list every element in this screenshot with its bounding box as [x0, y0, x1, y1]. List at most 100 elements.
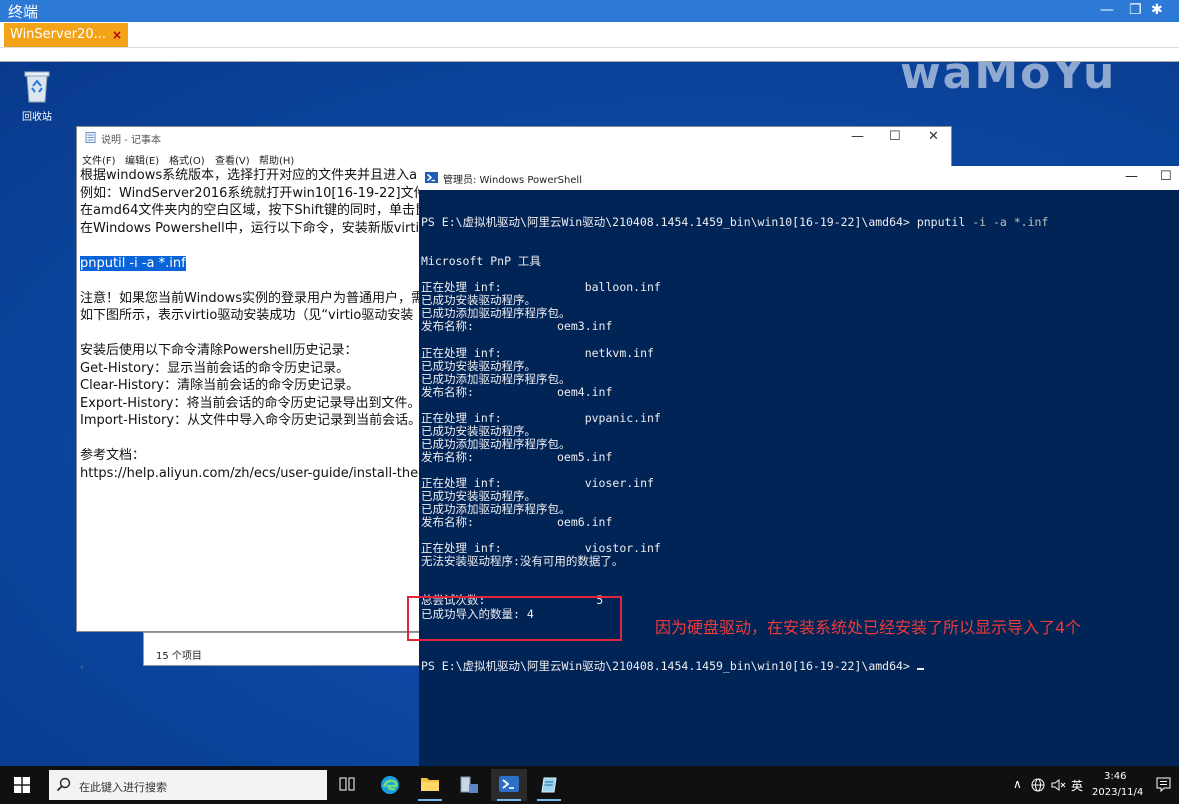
tray-expand-icon[interactable]: ∧	[1013, 777, 1022, 791]
notepad-line: 安装后使用以下命令清除Powershell历史记录：	[80, 343, 358, 358]
taskbar-search-box[interactable]: 在此键入进行搜索	[49, 770, 327, 800]
notepad-maximize-button[interactable]: ☐	[889, 129, 901, 144]
powershell-maximize-button[interactable]: ☐	[1160, 169, 1172, 184]
notepad-minimize-button[interactable]: —	[851, 129, 864, 144]
powershell-icon	[425, 172, 438, 183]
taskbar-file-explorer[interactable]	[412, 769, 448, 801]
network-icon[interactable]	[1031, 778, 1045, 792]
notepad-line: 根据windows系统版本，选择打开对应的文件夹并且进入a	[80, 168, 418, 183]
taskbar-edge[interactable]	[372, 769, 408, 801]
session-tab[interactable]: WinServer20... ×	[4, 23, 128, 47]
ps-output-line: 无法安装驱动程序:没有可用的数据了。	[421, 554, 624, 569]
ps-output-line: 发布名称: oem6.inf	[421, 515, 613, 530]
powershell-titlebar[interactable]: 管理员: Windows PowerShell — ☐	[419, 166, 1179, 190]
task-view-icon	[339, 777, 355, 791]
menu-file[interactable]: 文件(F)	[82, 152, 116, 167]
settings-icon[interactable]: ✱	[1151, 2, 1163, 18]
notepad-line: Get-History：显示当前会话的命令历史记录。	[80, 360, 350, 376]
ps-output-line	[421, 568, 1177, 581]
ps-output-line: 已成功添加驱动程序程序包。	[421, 436, 571, 451]
ps-output-line: 发布名称: oem5.inf	[421, 449, 613, 464]
menu-help[interactable]: 帮助(H)	[259, 152, 294, 167]
folder-icon	[421, 778, 439, 791]
ps-output: Microsoft PnP 工具 正在处理 inf: balloon.inf 已成功…	[421, 255, 1177, 633]
terminal-tab-bar: WinServer20... ×	[0, 22, 1179, 48]
ps-output-line: 已成功添加驱动程序程序包。	[421, 371, 571, 386]
notepad-titlebar[interactable]: 说明 - 记事本 — ☐ ✕	[77, 127, 951, 149]
taskbar: 在此键入进行搜索 ∧ 英 3:46 2023/11/4	[0, 766, 1179, 804]
ps-command-args: -i -a *.inf	[972, 215, 1049, 230]
powershell-taskbar-icon	[499, 776, 519, 792]
notepad-line: Export-History：将当前会话的命令历史记录导出到文件。	[80, 395, 420, 411]
command-line: PS E:\虚拟机驱动\阿里云Win驱动\210408.1454.1459_bi…	[421, 216, 1177, 229]
running-indicator	[497, 799, 521, 801]
notification-icon[interactable]	[1156, 777, 1171, 792]
edge-icon	[381, 776, 399, 794]
ps-command: pnputil	[916, 215, 966, 230]
menu-view[interactable]: 查看(V)	[215, 152, 250, 167]
remote-desktop[interactable]: waMoYu 回收站 15 个项目 说明 - 记事本 — ☐ ✕ 文件(F) 编…	[0, 62, 1179, 766]
taskbar-notepad[interactable]	[531, 769, 567, 801]
clock-date[interactable]: 2023/11/4	[1092, 787, 1143, 798]
notepad-close-button[interactable]: ✕	[928, 129, 939, 144]
menu-format[interactable]: 格式(O)	[169, 152, 205, 167]
ime-indicator[interactable]: 英	[1071, 777, 1083, 794]
restore-button[interactable]: ❐	[1129, 2, 1142, 18]
notepad-line	[80, 272, 420, 290]
volume-muted-icon[interactable]	[1051, 778, 1066, 792]
search-icon	[56, 777, 71, 792]
taskbar-server-manager[interactable]	[451, 769, 487, 801]
running-indicator	[537, 799, 561, 801]
explorer-item-count: 15 个项目	[156, 651, 202, 662]
watermark: waMoYu	[900, 62, 1117, 99]
ps-output-line: 发布名称: oem3.inf	[421, 319, 613, 334]
notepad-line: https://help.aliyun.com/zh/ecs/user-guid…	[80, 465, 420, 481]
text-cursor	[916, 667, 924, 670]
notepad-title: 说明 - 记事本	[101, 135, 161, 146]
scroll-left-icon[interactable]: ‹	[80, 663, 84, 673]
notepad-line: 参考文档：	[80, 448, 146, 463]
task-view-button[interactable]	[330, 769, 366, 801]
explorer-window-statusbar[interactable]: 15 个项目	[143, 632, 423, 666]
highlight-box	[407, 596, 622, 641]
powershell-title: 管理员: Windows PowerShell	[443, 175, 582, 186]
notepad-line: 在amd64文件夹内的空白区域，按下Shift键的同时，单击鼠	[80, 203, 420, 218]
notepad-menubar: 文件(F) 编辑(E) 格式(O) 查看(V) 帮助(H)	[77, 149, 951, 167]
current-prompt-line: PS E:\虚拟机驱动\阿里云Win驱动\210408.1454.1459_bi…	[421, 658, 1177, 673]
minimize-button[interactable]: —	[1100, 2, 1114, 18]
running-indicator	[418, 799, 442, 801]
terminal-app-title: 终端	[8, 3, 39, 21]
server-manager-icon	[460, 776, 478, 793]
clock-time[interactable]: 3:46	[1104, 771, 1126, 782]
session-tab-close-button[interactable]: ×	[112, 23, 122, 47]
recycle-bin-icon	[24, 71, 50, 103]
session-tab-label: WinServer20...	[10, 27, 106, 42]
recycle-bin-shortcut[interactable]: 回收站	[16, 68, 58, 123]
windows-start-icon[interactable]	[14, 777, 30, 793]
notepad-text-area[interactable]: 根据windows系统版本，选择打开对应的文件夹并且进入a 例如：WindServ…	[80, 167, 420, 601]
notepad-icon	[85, 132, 96, 143]
notepad-line: 如下图所示，表示virtio驱动安装成功（见“virtio驱动安装	[80, 308, 414, 323]
recycle-bin-label: 回收站	[22, 112, 52, 123]
ps-output-line: 已成功安装驱动程序。	[421, 423, 536, 438]
ps-output-line: 发布名称: oem4.inf	[421, 384, 613, 399]
annotation-text: 因为硬盘驱动，在安装系统处已经安装了所以显示导入了4个	[655, 618, 1082, 637]
ps-output-line: 已成功安装驱动程序。	[421, 358, 536, 373]
ps-output-line: Microsoft PnP 工具	[421, 254, 541, 269]
taskbar-powershell[interactable]	[491, 769, 527, 801]
notepad-line: 例如：WindServer2016系统就打开win10[16-19-22]文件夹	[80, 185, 420, 201]
remote-toolbar-strip	[0, 48, 1179, 62]
ps-output-line	[421, 334, 1177, 347]
powershell-minimize-button[interactable]: —	[1125, 169, 1138, 184]
ps-prompt: PS E:\虚拟机驱动\阿里云Win驱动\210408.1454.1459_bi…	[421, 215, 910, 230]
notepad-line: 注意！如果您当前Windows实例的登录用户为普通用户，需	[80, 290, 420, 306]
powershell-window[interactable]: 管理员: Windows PowerShell — ☐ PS E:\虚拟机驱动\…	[419, 166, 1179, 766]
menu-edit[interactable]: 编辑(E)	[125, 152, 159, 167]
terminal-app-titlebar: 终端 — ❐ ✱	[0, 0, 1179, 22]
ps-output-line	[421, 399, 1177, 412]
search-placeholder: 在此键入进行搜索	[79, 781, 167, 794]
notepad-line: Import-History：从文件中导入命令历史记录到当前会话。	[80, 413, 420, 428]
ps-prompt-current: PS E:\虚拟机驱动\阿里云Win驱动\210408.1454.1459_bi…	[421, 658, 910, 673]
notepad-line	[80, 430, 420, 448]
notepad-line: Clear-History：清除当前会话的命令历史记录。	[80, 378, 360, 393]
